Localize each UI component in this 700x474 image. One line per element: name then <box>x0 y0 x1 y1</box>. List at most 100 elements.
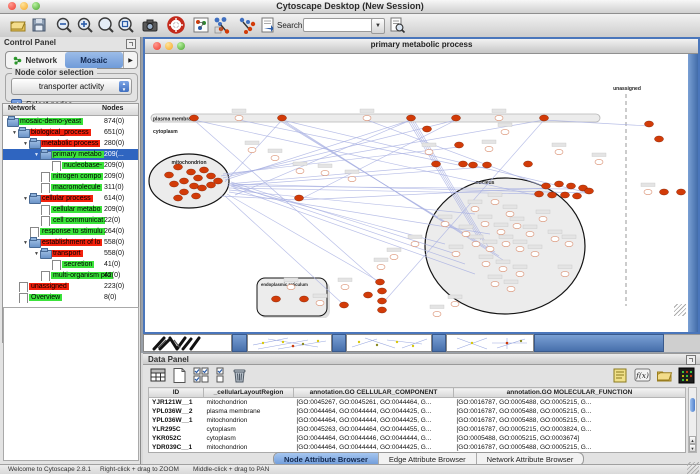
import-attributes-folder-icon[interactable] <box>656 367 673 384</box>
network-node-colored[interactable] <box>555 181 564 187</box>
network-node-unselected[interactable] <box>526 231 534 236</box>
network-node-unselected[interactable] <box>516 246 524 251</box>
network-edge[interactable] <box>221 196 299 200</box>
network-node-colored[interactable] <box>376 279 385 285</box>
network-node-colored[interactable] <box>483 162 492 168</box>
network-node-unselected[interactable] <box>499 266 507 271</box>
network-edge[interactable] <box>367 120 546 187</box>
network-node-colored[interactable] <box>340 302 349 308</box>
network-edge[interactable] <box>229 190 475 214</box>
network-node-colored[interactable] <box>190 115 199 121</box>
delete-attribute-trash-icon[interactable] <box>231 367 248 384</box>
network-node-unselected[interactable] <box>471 206 479 211</box>
background-window-fragment[interactable] <box>247 334 332 352</box>
search-input[interactable] <box>303 18 375 32</box>
network-node-colored[interactable] <box>200 167 209 173</box>
background-window-fragment[interactable] <box>446 334 534 352</box>
network-node-colored[interactable] <box>455 142 464 148</box>
new-attribute-icon[interactable] <box>171 367 188 384</box>
select-attributes-icon[interactable] <box>193 367 210 384</box>
network-node-colored[interactable] <box>423 126 432 132</box>
table-cell[interactable]: [GO:0044464, GO:0044446, GO:0044444, G..… <box>294 434 454 443</box>
network-node-unselected[interactable] <box>235 115 243 120</box>
network-edge[interactable] <box>282 120 589 193</box>
vizmapper-icon[interactable] <box>259 16 277 34</box>
zoom-selected-icon[interactable] <box>117 16 135 34</box>
network-node-colored[interactable] <box>180 189 189 195</box>
network-node-unselected[interactable] <box>495 115 503 120</box>
tree-row-nucleobase-[interactable]: nucleobase-209(0) <box>3 160 138 171</box>
tree-row-metabolic-process[interactable]: ▼metabolic process280(0) <box>3 138 138 149</box>
network-node-unselected[interactable] <box>363 115 371 120</box>
table-cell[interactable]: [GO:0044464, GO:0044444, GO:0044425, G..… <box>294 416 454 425</box>
tabs-overflow-arrow[interactable]: ▶ <box>123 52 137 68</box>
table-cell[interactable]: mitochondrion <box>204 416 294 425</box>
attribute-notes-icon[interactable] <box>612 367 629 384</box>
window-resize-grip[interactable] <box>691 466 699 474</box>
table-scrollbar[interactable]: ▲ ▼ <box>688 387 697 453</box>
table-cell[interactable]: YDR039C__1 <box>149 443 204 453</box>
tab-mosaic[interactable]: Mosaic <box>65 52 124 68</box>
network-node-unselected[interactable] <box>451 301 459 306</box>
float-data-panel-icon[interactable] <box>686 355 696 365</box>
background-window-titlebar[interactable] <box>232 334 247 352</box>
function-builder-icon[interactable]: f(x) <box>634 367 651 384</box>
network-node-unselected[interactable] <box>296 168 304 173</box>
float-panel-icon[interactable] <box>126 39 136 49</box>
tree-row-establishment-of-lo[interactable]: ▼establishment of lo558(0) <box>3 237 138 248</box>
network-edge[interactable] <box>221 120 544 176</box>
expand-triangle-icon[interactable]: ▼ <box>33 251 40 257</box>
network-node-unselected[interactable] <box>506 211 514 216</box>
tree-row-macromolecule[interactable]: macromolecule311(0) <box>3 182 138 193</box>
network-node-unselected[interactable] <box>501 129 509 134</box>
tree-row-biological-process[interactable]: ▼biological_process651(0) <box>3 127 138 138</box>
birdseye-view[interactable] <box>3 307 139 461</box>
network-node-colored[interactable] <box>378 298 387 304</box>
network-node-colored[interactable] <box>660 189 669 195</box>
table-cell[interactable]: [GO:0044464, GO:0044444, GO:0044425, G..… <box>294 407 454 416</box>
col-cellular-layout-region[interactable]: _cellularLayoutRegion <box>204 388 294 398</box>
tab-network[interactable]: Network <box>6 52 65 68</box>
network-node-unselected[interactable] <box>271 155 279 160</box>
attribute-table-icon[interactable] <box>150 367 167 384</box>
network-node-colored[interactable] <box>573 193 582 199</box>
network-node-colored[interactable] <box>194 175 203 181</box>
network-node-unselected[interactable] <box>316 300 324 305</box>
network-node-colored[interactable] <box>548 192 557 198</box>
network-node-colored[interactable] <box>655 136 664 142</box>
table-cell[interactable]: [GO:0045263, GO:0044464, GO:0044455, G..… <box>294 425 454 434</box>
table-cell[interactable]: cytoplasm <box>204 425 294 434</box>
table-cell[interactable]: mitochondrion <box>204 398 294 408</box>
network-node-colored[interactable] <box>567 183 576 189</box>
network-node-colored[interactable] <box>198 185 207 191</box>
search-dropdown-icon[interactable]: ▼ <box>371 18 385 34</box>
table-cell[interactable]: [GO:0016787, GO:0005488, GO:0005215, G..… <box>454 416 686 425</box>
save-session-icon[interactable] <box>30 16 48 34</box>
network-node-colored[interactable] <box>542 183 551 189</box>
network-node-unselected[interactable] <box>411 241 419 246</box>
network-node-colored[interactable] <box>452 115 461 121</box>
help-ring-icon[interactable] <box>167 16 185 34</box>
network-node-colored[interactable] <box>174 195 183 201</box>
network-edge[interactable] <box>235 120 411 195</box>
unselect-attributes-icon[interactable] <box>214 367 231 384</box>
network-edge[interactable] <box>227 166 436 184</box>
tree-row-multi-organism-pro[interactable]: multi-organism pro42(0) <box>3 270 138 281</box>
network-node-unselected[interactable] <box>321 170 329 175</box>
table-cell[interactable]: [GO:0016787, GO:0005488, GO:0005215, G..… <box>454 398 686 408</box>
network-node-unselected[interactable] <box>551 236 559 241</box>
frame-resize-grip[interactable] <box>674 304 686 316</box>
scroll-up-icon[interactable]: ▲ <box>689 436 696 444</box>
network-node-unselected[interactable] <box>425 149 433 154</box>
network-node-colored[interactable] <box>278 115 287 121</box>
table-cell[interactable]: YPL036W__1 <box>149 416 204 425</box>
expand-triangle-icon[interactable]: ▼ <box>22 240 29 246</box>
table-row[interactable]: YPL036W__1mitochondrion[GO:0044464, GO:0… <box>149 416 686 425</box>
zoom-fit-icon[interactable] <box>97 16 115 34</box>
tree-row-mosaic-demo-yeast[interactable]: mosaic-demo-yeast874(0) <box>3 116 138 127</box>
expand-triangle-icon[interactable]: ▼ <box>33 152 40 158</box>
network-node-unselected[interactable] <box>595 159 603 164</box>
table-cell[interactable]: [GO:0045267, GO:0045261, GO:0044464, G..… <box>294 398 454 408</box>
network-node-unselected[interactable] <box>516 271 524 276</box>
table-row[interactable]: YJR121W__1mitochondrion[GO:0045267, GO:0… <box>149 398 686 408</box>
